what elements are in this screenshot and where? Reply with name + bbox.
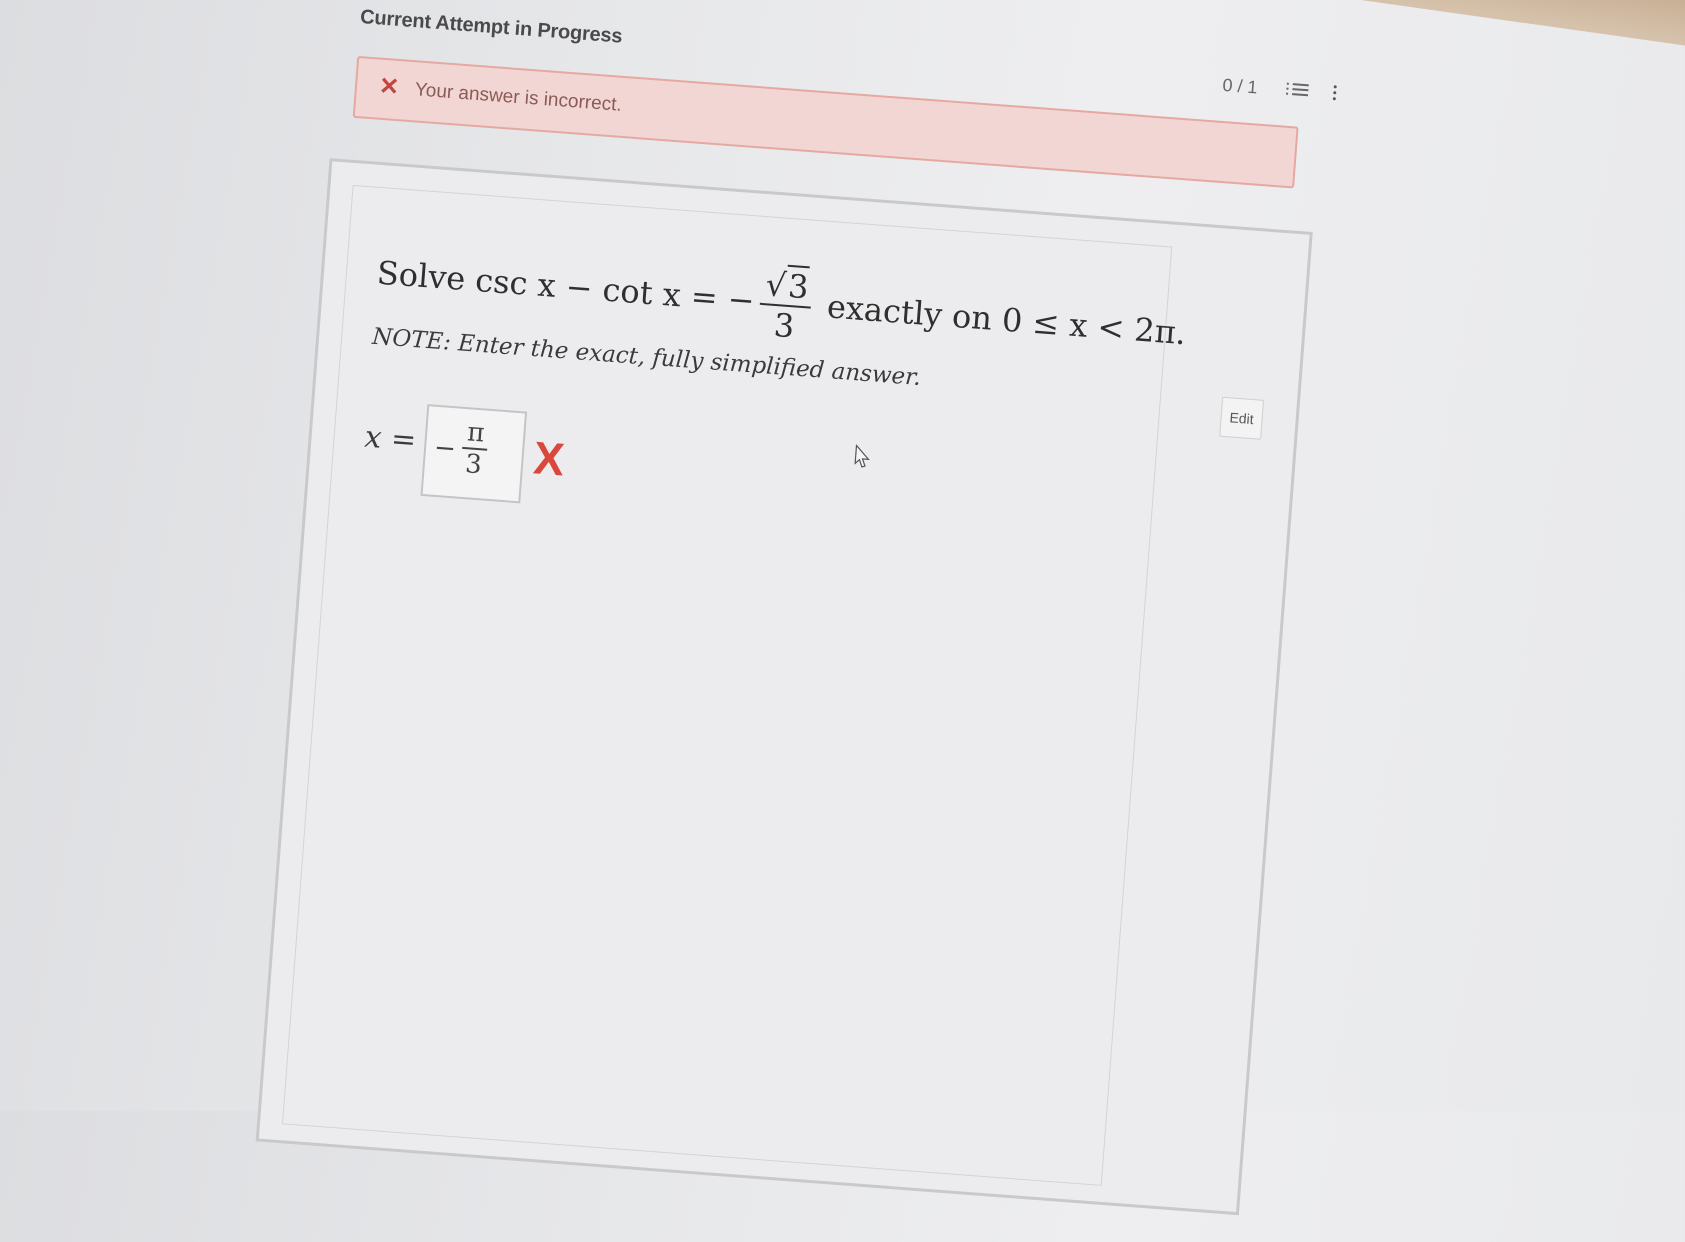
question-suffix: exactly on 0 ≤ x < 2π. (825, 287, 1188, 353)
answer-label: x = (363, 419, 418, 459)
answer-input[interactable]: − π 3 (420, 404, 528, 504)
more-vertical-icon[interactable] (1332, 83, 1340, 103)
mouse-cursor-icon (854, 444, 870, 468)
background-surface (1153, 0, 1685, 49)
question-frac-den: 3 (772, 305, 796, 346)
question-prefix: Solve csc x − cot x = − (375, 253, 756, 320)
x-icon: ✕ (378, 72, 401, 102)
answer-fraction: π 3 (460, 416, 490, 481)
score-display: 0 / 1 (1221, 74, 1259, 98)
incorrect-mark-icon: X (531, 431, 567, 486)
answer-den: 3 (464, 449, 483, 481)
question-fraction: √3 3 (757, 264, 814, 347)
answer-num: π (462, 416, 490, 451)
edit-button[interactable]: Edit (1219, 396, 1265, 440)
list-icon[interactable] (1286, 80, 1309, 102)
question-frac-num: 3 (784, 264, 811, 307)
question-panel: Solve csc x − cot x = − √3 3 exactly on 0 … (281, 184, 1187, 1186)
question-card: Solve csc x − cot x = − √3 3 exactly on 0 … (255, 158, 1313, 1216)
screen-content: Current Attempt in Progress 0 / 1 ✕ Your… (0, 0, 1683, 1216)
alert-message: Your answer is incorrect. (414, 79, 623, 116)
attempt-title: Current Attempt in Progress (359, 6, 624, 48)
answer-sign: − (433, 432, 457, 465)
incorrect-alert: ✕ Your answer is incorrect. (352, 55, 1299, 189)
